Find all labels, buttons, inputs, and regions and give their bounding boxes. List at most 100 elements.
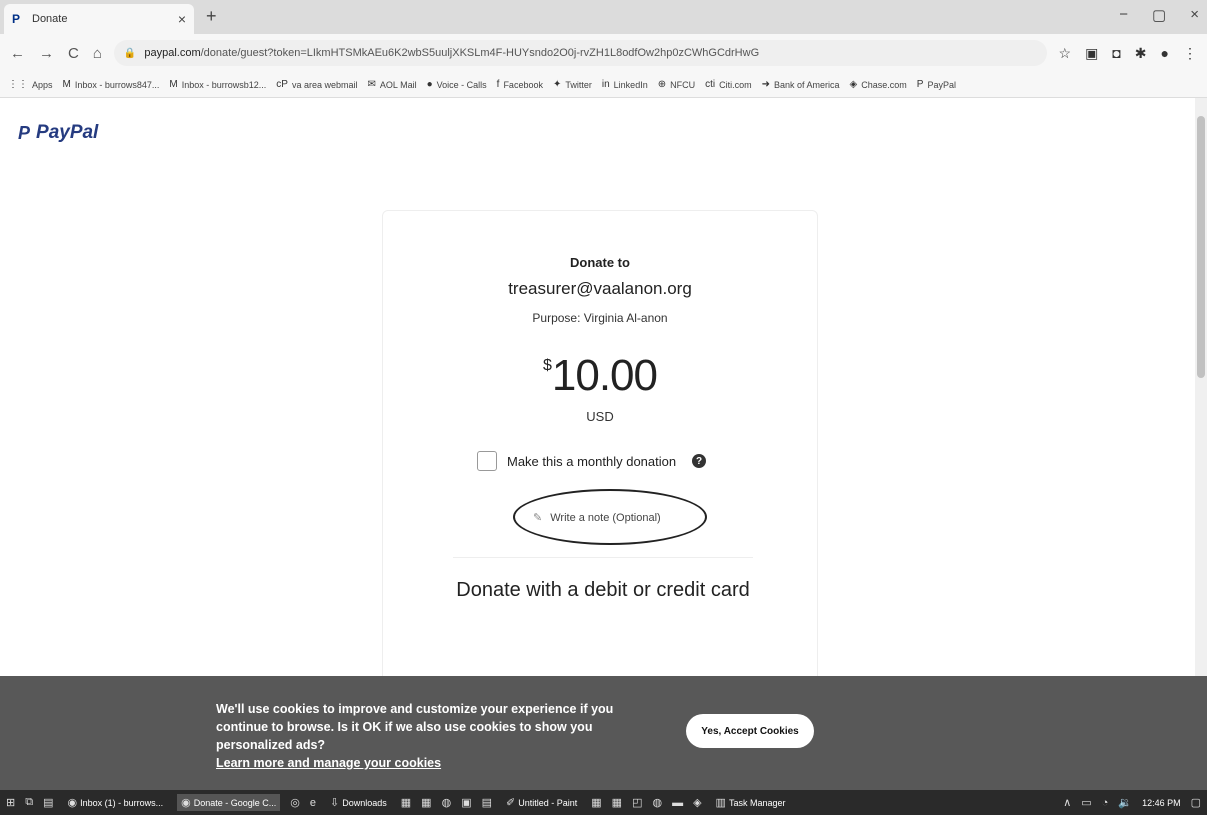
bookmark-item[interactable]: in LinkedIn — [602, 79, 648, 90]
linkedin-icon: in — [601, 79, 610, 90]
app-icon[interactable]: ▤ — [482, 796, 492, 809]
network-icon[interactable]: ▭ — [1081, 796, 1091, 809]
scrollbar-thumb[interactable] — [1197, 116, 1205, 378]
app-icon[interactable]: ▬ — [672, 797, 683, 809]
app-icon[interactable]: ▦ — [421, 796, 431, 809]
maximize-button[interactable]: ▢ — [1152, 6, 1166, 24]
paypal-icon: P — [916, 79, 924, 90]
bookmark-item[interactable]: ✉ AOL Mail — [368, 79, 417, 90]
write-note-label: Write a note (Optional) — [550, 511, 661, 524]
donate-to-label: Donate to — [570, 255, 630, 270]
voice-icon: ● — [426, 79, 433, 90]
bookmark-item[interactable]: ➜ Bank of America — [762, 79, 840, 90]
bofa-icon: ➜ — [761, 79, 770, 90]
bookmark-item[interactable]: ⊕ NFCU — [658, 79, 695, 90]
bookmark-label: va area webmail — [291, 79, 358, 90]
shield-extension-icon[interactable]: ◘ — [1112, 45, 1120, 62]
url-input[interactable]: 🔒 paypal.com /donate/guest?token=LIkmHTS… — [113, 40, 1047, 66]
monthly-donation-label: Make this a monthly donation — [507, 453, 677, 469]
app-icon[interactable]: ◰ — [632, 796, 642, 809]
task-manager-icon: ▥ — [715, 797, 726, 809]
manage-cookies-link[interactable]: Learn more and manage your cookies — [216, 754, 656, 772]
cookie-message-block: We'll use cookies to improve and customi… — [216, 700, 656, 772]
monthly-donation-checkbox[interactable] — [477, 451, 497, 471]
bookmark-item[interactable]: M Inbox - burrows847... — [63, 79, 160, 90]
bookmark-label: Facebook — [503, 79, 543, 90]
app-icon[interactable]: ◍ — [652, 796, 662, 809]
navigation-buttons: ← → C ⌂ — [10, 45, 102, 62]
taskbar-clock[interactable]: 12:46 PM — [1142, 798, 1181, 808]
app-icon[interactable]: ▦ — [401, 796, 411, 809]
new-tab-button[interactable]: + — [206, 6, 217, 27]
forward-arrow-icon[interactable]: → — [39, 45, 54, 62]
task-view-icon[interactable]: ⧉ — [25, 796, 33, 809]
app-icon[interactable]: ▦ — [591, 796, 601, 809]
donation-purpose: Purpose: Virginia Al-anon — [532, 311, 668, 325]
extension-icons: ☆ ▣ ◘ ✱ ● ⋮ — [1059, 45, 1197, 62]
taskbar-item-paint[interactable]: ✐ Untitled - Paint — [502, 794, 581, 811]
app-icon[interactable]: ◍ — [442, 796, 452, 809]
address-bar-row: ← → C ⌂ 🔒 paypal.com /donate/guest?token… — [0, 34, 1207, 72]
bookmark-item[interactable]: f Facebook — [497, 79, 543, 90]
accept-cookies-button[interactable]: Yes, Accept Cookies — [686, 714, 814, 748]
card-payment-heading: Donate with a debit or credit card — [456, 579, 750, 601]
bookmark-item[interactable]: cti Citi.com — [705, 79, 752, 90]
gmail-icon: M — [62, 79, 71, 90]
edge-icon[interactable]: e — [310, 797, 316, 809]
paypal-logo[interactable]: P PayPal — [18, 122, 98, 144]
bookmark-label: Inbox - burrows847... — [74, 79, 160, 90]
wifi-icon[interactable]: ◔ — [1102, 797, 1109, 809]
paint-icon: ✐ — [506, 797, 516, 809]
url-path: /donate/guest?token=LIkmHTSMkAEu6K2wbS5u… — [200, 47, 760, 59]
taskbar-item-label: Inbox (1) - burrows... — [80, 797, 164, 808]
twitter-icon: ✦ — [552, 79, 562, 90]
home-icon[interactable]: ⌂ — [93, 45, 102, 62]
taskbar-item-downloads[interactable]: ⇩ Downloads — [326, 794, 391, 811]
close-window-button[interactable]: × — [1190, 6, 1199, 24]
donation-amount: $10.00 — [383, 351, 817, 401]
profile-avatar-icon[interactable]: ● — [1161, 45, 1169, 62]
taskbar-item-task-manager[interactable]: ▥ Task Manager — [712, 794, 790, 811]
app-icon[interactable]: ▣ — [461, 796, 471, 809]
app-icon[interactable]: ▦ — [612, 796, 622, 809]
tab-donate[interactable]: P Donate × — [4, 4, 194, 34]
paypal-mark-icon: P — [18, 122, 31, 143]
store-icon[interactable]: ▤ — [43, 796, 53, 809]
puzzle-extension-icon[interactable]: ✱ — [1135, 45, 1147, 62]
bookmark-label: NFCU — [670, 79, 696, 90]
recipient-email: treasurer@vaalanon.org — [508, 279, 692, 298]
taskbar-item-inbox[interactable]: ◉ Inbox (1) - burrows... — [63, 794, 167, 811]
menu-kebab-icon[interactable]: ⋮ — [1183, 45, 1197, 62]
tab-close-icon[interactable]: × — [178, 11, 186, 27]
bookmark-item[interactable]: P PayPal — [917, 79, 956, 90]
taskbar-item-donate[interactable]: ◉ Donate - Google C... — [177, 794, 281, 811]
bookmark-label: Voice - Calls — [436, 79, 487, 90]
shield-icon[interactable]: ◈ — [693, 796, 701, 809]
star-bookmark-icon[interactable]: ☆ — [1059, 45, 1072, 62]
browser-tab-bar: P Donate × + − ▢ × — [0, 0, 1207, 34]
currency-symbol: $ — [542, 357, 552, 374]
bookmark-item[interactable]: ● Voice - Calls — [427, 79, 487, 90]
reload-icon[interactable]: C — [68, 45, 79, 62]
bookmark-label: Chase.com — [861, 79, 907, 90]
minimize-button[interactable]: − — [1119, 6, 1128, 24]
help-icon[interactable]: ? — [692, 454, 707, 468]
citi-icon: cti — [705, 79, 716, 90]
bookmark-item[interactable]: cP va area webmail — [276, 79, 357, 90]
donation-card: Donate to treasurer@vaalanon.org Purpose… — [382, 210, 818, 690]
bookmark-item[interactable]: ◈ Chase.com — [850, 79, 907, 90]
extension-icon[interactable]: ▣ — [1085, 45, 1098, 62]
chrome-pinned-icon[interactable]: ◎ — [290, 796, 300, 809]
write-note-link[interactable]: ✎ Write a note (Optional) — [533, 511, 661, 525]
volume-icon[interactable]: 🔉 — [1118, 796, 1132, 809]
notification-icon[interactable]: ▢ — [1191, 796, 1201, 809]
chevron-up-icon[interactable]: ∧ — [1063, 796, 1071, 809]
bookmark-item[interactable]: ⋮⋮ Apps — [8, 79, 53, 90]
aol-icon: ✉ — [367, 79, 376, 90]
windows-start-icon[interactable]: ⊞ — [6, 796, 15, 809]
taskbar-item-label: Downloads — [342, 797, 387, 808]
bookmark-item[interactable]: M Inbox - burrowsb12... — [169, 79, 266, 90]
bookmark-item[interactable]: ✦ Twitter — [553, 79, 592, 90]
bookmark-label: LinkedIn — [613, 79, 648, 90]
back-arrow-icon[interactable]: ← — [10, 45, 25, 62]
